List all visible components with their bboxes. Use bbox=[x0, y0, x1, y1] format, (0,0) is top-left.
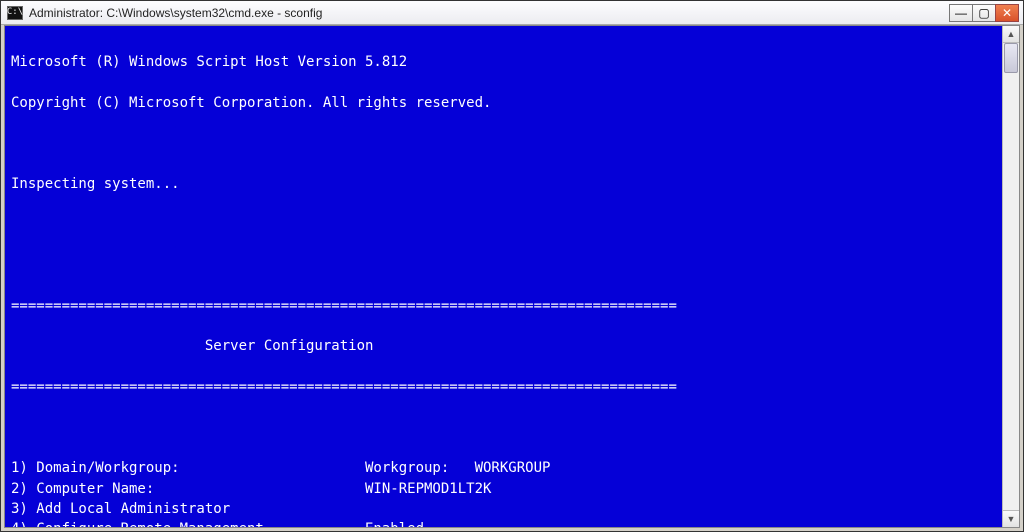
window-title: Administrator: C:\Windows\system32\cmd.e… bbox=[29, 6, 949, 20]
separator-bottom: ========================================… bbox=[11, 377, 994, 397]
blank-line bbox=[11, 418, 994, 438]
scroll-down-button[interactable]: ▼ bbox=[1003, 510, 1019, 527]
maximize-button[interactable]: ▢ bbox=[972, 4, 996, 22]
scroll-track[interactable] bbox=[1003, 43, 1019, 510]
menu-item: 3) Add Local Administrator bbox=[11, 499, 994, 519]
app-title: Server Configuration bbox=[11, 336, 994, 356]
menu-item: 2) Computer Name: WIN-REPMOD1LT2K bbox=[11, 479, 994, 499]
blank-line bbox=[11, 215, 994, 235]
scroll-thumb[interactable] bbox=[1004, 43, 1018, 73]
window-titlebar: C:\ Administrator: C:\Windows\system32\c… bbox=[1, 1, 1023, 25]
minimize-button[interactable]: — bbox=[949, 4, 973, 22]
cmd-icon: C:\ bbox=[7, 6, 23, 20]
vertical-scrollbar[interactable]: ▲ ▼ bbox=[1002, 26, 1019, 527]
blank-line bbox=[11, 133, 994, 153]
menu-items: 1) Domain/Workgroup: Workgroup: WORKGROU… bbox=[11, 458, 994, 527]
window-controls: — ▢ ✕ bbox=[949, 4, 1019, 22]
console-header: Microsoft (R) Windows Script Host Versio… bbox=[11, 52, 994, 72]
inspecting-line: Inspecting system... bbox=[11, 174, 994, 194]
menu-item: 1) Domain/Workgroup: Workgroup: WORKGROU… bbox=[11, 458, 994, 478]
menu-item: 4) Configure Remote Management Enabled bbox=[11, 519, 994, 527]
separator-top: ========================================… bbox=[11, 296, 994, 316]
console-copyright: Copyright (C) Microsoft Corporation. All… bbox=[11, 93, 994, 113]
client-area: Microsoft (R) Windows Script Host Versio… bbox=[4, 25, 1020, 528]
close-button[interactable]: ✕ bbox=[995, 4, 1019, 22]
console-output[interactable]: Microsoft (R) Windows Script Host Versio… bbox=[5, 26, 1002, 527]
scroll-up-button[interactable]: ▲ bbox=[1003, 26, 1019, 43]
blank-line bbox=[11, 255, 994, 275]
